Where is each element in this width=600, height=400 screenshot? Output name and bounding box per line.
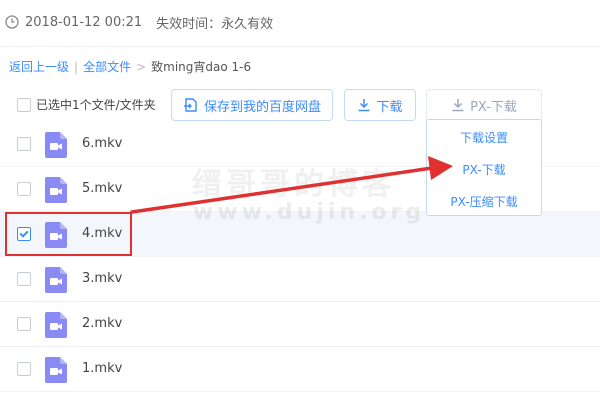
all-files-link[interactable]: 全部文件 <box>83 58 131 75</box>
px-download-dropdown: 下载设置 PX-下载 PX-压缩下载 <box>426 119 542 216</box>
video-file-icon <box>45 177 67 203</box>
menu-item-px-download[interactable]: PX-下载 <box>427 161 541 178</box>
breadcrumb: 返回上一级 | 全部文件 > 致ming宵dao 1-6 <box>9 58 251 75</box>
file-name[interactable]: 5.mkv <box>82 181 122 196</box>
file-row[interactable]: 1.mkv <box>0 347 600 392</box>
download-button[interactable]: 下载 <box>344 89 416 121</box>
save-icon <box>183 98 197 112</box>
file-name[interactable]: 1.mkv <box>82 361 122 376</box>
px-download-button-label: PX-下载 <box>470 99 517 115</box>
divider <box>0 46 600 47</box>
breadcrumb-separator: > <box>136 59 147 74</box>
file-checkbox[interactable] <box>17 272 31 286</box>
file-row[interactable]: 2.mkv <box>0 302 600 347</box>
menu-item-px-zip-download[interactable]: PX-压缩下载 <box>427 193 541 210</box>
video-file-icon <box>45 312 67 338</box>
download-icon <box>358 99 370 112</box>
file-checkbox[interactable] <box>17 182 31 196</box>
download-button-label: 下载 <box>376 99 403 115</box>
expire-label: 失效时间：永久有效 <box>156 16 274 32</box>
save-button-label: 保存到我的百度网盘 <box>203 99 321 115</box>
video-file-icon <box>45 267 67 293</box>
current-folder-name: 致ming宵dao 1-6 <box>151 60 252 74</box>
share-info-bar: 2018-01-12 00:21 失效时间：永久有效 <box>0 0 600 44</box>
file-checkbox[interactable] <box>17 317 31 331</box>
select-all-checkbox[interactable] <box>17 97 31 112</box>
file-name[interactable]: 6.mkv <box>82 136 122 151</box>
annotation-highlight-box <box>5 212 132 256</box>
video-file-icon <box>45 132 67 158</box>
file-checkbox[interactable] <box>17 137 31 151</box>
file-name[interactable]: 2.mkv <box>82 316 122 331</box>
back-link[interactable]: 返回上一级 <box>9 58 69 75</box>
download-icon <box>452 99 464 112</box>
px-download-button[interactable]: PX-下载 <box>426 89 542 121</box>
save-to-netdisk-button[interactable]: 保存到我的百度网盘 <box>171 89 333 121</box>
clock-icon <box>5 15 19 29</box>
menu-item-download-settings[interactable]: 下载设置 <box>427 129 541 146</box>
selected-count-text: 已选中1个文件/文件夹 <box>36 98 156 112</box>
video-file-icon <box>45 357 67 383</box>
share-date: 2018-01-12 00:21 <box>25 14 143 30</box>
file-checkbox[interactable] <box>17 362 31 376</box>
select-all: 已选中1个文件/文件夹 <box>17 96 156 113</box>
breadcrumb-separator: | <box>74 59 79 74</box>
file-name[interactable]: 3.mkv <box>82 271 122 286</box>
file-row[interactable]: 3.mkv <box>0 257 600 302</box>
